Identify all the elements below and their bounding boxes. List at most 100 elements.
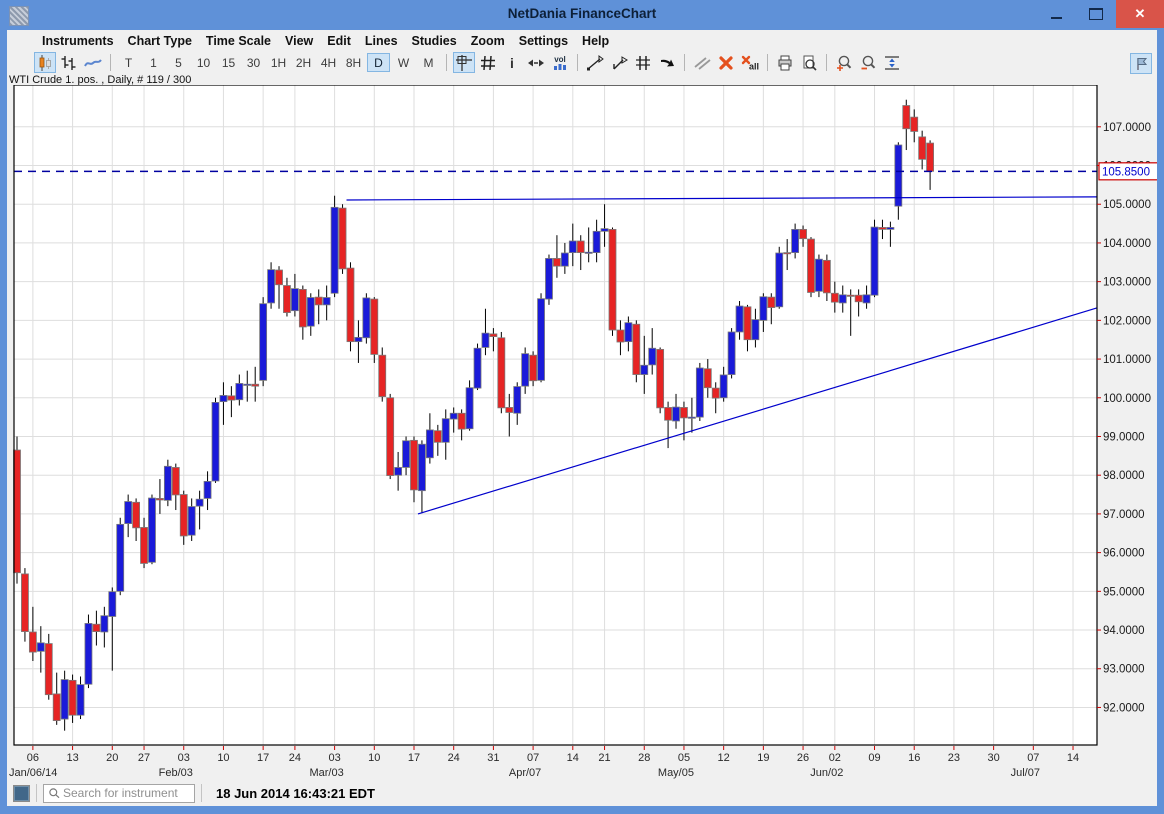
candle-down[interactable]	[21, 574, 28, 632]
timeframe-button-5[interactable]: 5	[167, 53, 190, 72]
candle-down[interactable]	[53, 694, 60, 721]
candle-down[interactable]	[712, 388, 719, 398]
candle-down[interactable]	[823, 260, 830, 293]
delete-all-lines-icon[interactable]: all	[739, 52, 761, 73]
candle-up[interactable]	[61, 680, 68, 719]
menu-item-lines[interactable]: Lines	[358, 34, 405, 48]
candle-up[interactable]	[593, 231, 600, 252]
candle-up[interactable]	[863, 295, 870, 303]
candle-up[interactable]	[585, 252, 592, 253]
candle-down[interactable]	[680, 407, 687, 417]
candle-up[interactable]	[815, 259, 822, 291]
candle-up[interactable]	[450, 413, 457, 419]
candle-down[interactable]	[498, 338, 505, 408]
candle-up[interactable]	[474, 348, 481, 388]
candle-down[interactable]	[784, 253, 791, 254]
candle-down[interactable]	[847, 295, 854, 296]
candle-up[interactable]	[403, 441, 410, 468]
candle-up[interactable]	[760, 297, 767, 321]
candle-up[interactable]	[418, 444, 425, 490]
candle-down[interactable]	[276, 270, 283, 285]
candle-down[interactable]	[283, 286, 290, 313]
candle-down[interactable]	[172, 467, 179, 494]
print-icon[interactable]	[774, 52, 796, 73]
pointer-arrow-icon[interactable]	[656, 52, 678, 73]
timeframe-button-4h[interactable]: 4H	[317, 53, 340, 72]
candle-up[interactable]	[895, 145, 902, 206]
search-input[interactable]	[61, 785, 194, 801]
candle-up[interactable]	[244, 384, 251, 385]
candle-up[interactable]	[109, 592, 116, 617]
candle-up[interactable]	[601, 229, 608, 232]
menu-item-instruments[interactable]: Instruments	[35, 34, 121, 48]
candle-down[interactable]	[911, 117, 918, 131]
candle-down[interactable]	[633, 324, 640, 374]
candle-up[interactable]	[752, 320, 759, 340]
timeframe-button-15[interactable]: 15	[217, 53, 240, 72]
candle-up[interactable]	[268, 270, 275, 303]
candle-down[interactable]	[299, 289, 306, 327]
candle-down[interactable]	[855, 295, 862, 302]
candle-down[interactable]	[657, 349, 664, 407]
menu-item-chart-type[interactable]: Chart Type	[121, 34, 199, 48]
candle-up[interactable]	[792, 229, 799, 252]
candle-up[interactable]	[649, 348, 656, 365]
timeframe-button-1[interactable]: 1	[142, 53, 165, 72]
zoom-in-icon[interactable]	[833, 52, 855, 73]
candle-up[interactable]	[839, 295, 846, 303]
candle-down[interactable]	[387, 398, 394, 476]
candle-up[interactable]	[101, 616, 108, 632]
candle-up[interactable]	[561, 253, 568, 266]
candle-up[interactable]	[673, 407, 680, 421]
candle-down[interactable]	[141, 527, 148, 563]
menu-item-settings[interactable]: Settings	[512, 34, 575, 48]
candle-down[interactable]	[665, 407, 672, 420]
timeframe-button-10[interactable]: 10	[192, 53, 215, 72]
horizontal-expand-icon[interactable]	[525, 52, 547, 73]
candle-up[interactable]	[260, 304, 267, 381]
candle-up[interactable]	[538, 299, 545, 381]
candle-down[interactable]	[800, 229, 807, 238]
candle-up[interactable]	[77, 685, 84, 716]
candle-down[interactable]	[434, 431, 441, 443]
candle-down[interactable]	[577, 241, 584, 253]
candle-up[interactable]	[307, 298, 314, 327]
parallel-channel-icon[interactable]	[632, 52, 654, 73]
menu-item-help[interactable]: Help	[575, 34, 616, 48]
candlestick-chart-icon[interactable]	[34, 52, 56, 73]
candle-up[interactable]	[117, 524, 124, 591]
candle-down[interactable]	[315, 297, 322, 305]
candle-down[interactable]	[29, 632, 36, 652]
ohlc-bar-chart-icon[interactable]	[58, 52, 80, 73]
candle-down[interactable]	[228, 396, 235, 400]
close-button[interactable]: ✕	[1116, 0, 1164, 28]
candle-down[interactable]	[379, 355, 386, 396]
candle-down[interactable]	[609, 229, 616, 330]
timeframe-button-m[interactable]: M	[417, 53, 440, 72]
maximize-button[interactable]	[1076, 0, 1116, 28]
candle-up[interactable]	[514, 387, 521, 414]
candle-down[interactable]	[458, 413, 465, 429]
timeframe-button-30[interactable]: 30	[242, 53, 265, 72]
candle-down[interactable]	[879, 227, 886, 229]
candle-down[interactable]	[156, 498, 163, 500]
parallel-lines-icon[interactable]	[691, 52, 713, 73]
menu-item-edit[interactable]: Edit	[320, 34, 358, 48]
candle-up[interactable]	[164, 466, 171, 500]
candle-up[interactable]	[125, 502, 132, 524]
candle-down[interactable]	[808, 239, 815, 292]
candle-up[interactable]	[236, 383, 243, 399]
candle-up[interactable]	[466, 388, 473, 429]
minimize-button[interactable]	[1036, 0, 1076, 28]
candle-down[interactable]	[831, 293, 838, 302]
candle-up[interactable]	[522, 354, 529, 387]
candle-down[interactable]	[903, 106, 910, 129]
candle-up[interactable]	[887, 227, 894, 229]
candle-down[interactable]	[553, 258, 560, 266]
menu-item-time-scale[interactable]: Time Scale	[199, 34, 278, 48]
candle-up[interactable]	[291, 289, 298, 311]
candle-up[interactable]	[625, 323, 632, 342]
trend-line-ray-icon[interactable]	[608, 52, 630, 73]
candle-down[interactable]	[347, 268, 354, 342]
timeframe-button-w[interactable]: W	[392, 53, 415, 72]
